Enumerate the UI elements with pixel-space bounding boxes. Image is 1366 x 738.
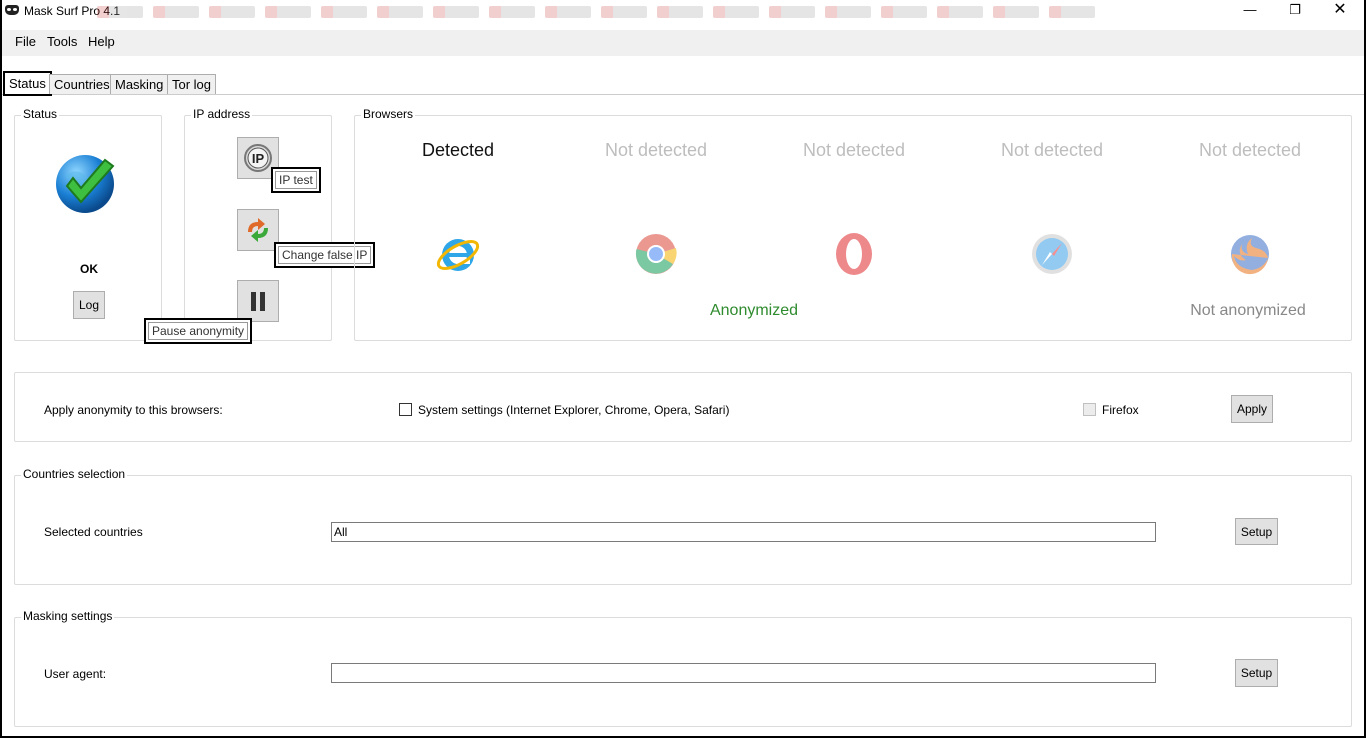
system-anonymized-status: Anonymized [709, 302, 799, 319]
browser-chrome-status: Not detected [604, 140, 708, 160]
status-group-label: Status [21, 107, 60, 121]
apply-anonymity-label: Apply anonymity to this browsers: [44, 403, 223, 417]
user-agent-label: User agent: [44, 667, 107, 681]
browser-ie: Detected [368, 140, 548, 271]
chrome-icon [635, 234, 677, 274]
firefox-icon [1231, 235, 1269, 275]
ip-icon-text: IP [252, 151, 265, 166]
menu-tools[interactable]: Tools [45, 34, 79, 49]
mask-icon [5, 5, 19, 15]
pause-icon [251, 292, 265, 311]
browsers-group-label: Browsers [361, 107, 416, 121]
selected-countries-field[interactable]: All [331, 522, 1156, 542]
masking-group-label: Masking settings [21, 609, 115, 623]
title-bar: Mask Surf Pro 4.1 — ❐ ✕ [2, 0, 1364, 22]
pause-anonymity-tooltip: Pause anonymity [144, 318, 253, 344]
app-window: Mask Surf Pro 4.1 — ❐ ✕ File Tools Help … [2, 0, 1364, 736]
firefox-checkbox[interactable] [1083, 403, 1096, 416]
browser-firefox: Not detected [1160, 140, 1340, 275]
countries-setup-button[interactable]: Setup [1235, 518, 1278, 545]
browser-opera-status: Not detected [802, 140, 906, 160]
background-taskbar-ghost [97, 6, 1117, 20]
ip-group-label: IP address [191, 107, 253, 121]
change-ip-button[interactable] [237, 209, 279, 251]
close-button[interactable]: ✕ [1330, 2, 1350, 18]
opera-icon [836, 233, 872, 275]
browser-ie-status: Detected [421, 140, 495, 160]
countries-group-label: Countries selection [21, 467, 128, 481]
browser-safari: Not detected [962, 140, 1142, 274]
tab-masking[interactable]: Masking [110, 74, 169, 94]
system-settings-checkbox[interactable] [399, 403, 412, 416]
safari-icon [1032, 234, 1072, 274]
status-group: Status OK Log [14, 107, 162, 341]
menu-help[interactable]: Help [86, 34, 117, 49]
pause-button[interactable] [237, 280, 279, 322]
tab-countries[interactable]: Countries [49, 74, 115, 94]
selected-countries-label: Selected countries [44, 525, 143, 539]
refresh-arrows-icon [248, 218, 268, 242]
ip-test-tooltip: IP test [271, 167, 321, 193]
browser-chrome: Not detected [566, 140, 746, 274]
browser-firefox-status: Not detected [1198, 140, 1302, 160]
check-globe-icon [56, 155, 115, 213]
ie-icon [436, 239, 480, 271]
browser-safari-status: Not detected [1000, 140, 1104, 160]
menu-bar: File Tools Help [2, 30, 1364, 56]
apply-button[interactable]: Apply [1231, 395, 1273, 423]
browser-opera: Not detected [764, 140, 944, 275]
tab-status[interactable]: Status [3, 71, 52, 96]
ip-address-group: IP address IP [184, 107, 332, 341]
masking-setup-button[interactable]: Setup [1235, 659, 1278, 687]
user-agent-field[interactable] [331, 663, 1156, 683]
log-button[interactable]: Log [73, 291, 105, 319]
menu-file[interactable]: File [13, 34, 38, 49]
firefox-anonymized-status: Not anonymized [1190, 302, 1306, 319]
system-settings-label: System settings (Internet Explorer, Chro… [418, 403, 730, 417]
tab-tor-log[interactable]: Tor log [167, 74, 217, 94]
minimize-button[interactable]: — [1240, 2, 1260, 18]
tab-strip-border [2, 94, 1364, 95]
maximize-button[interactable]: ❐ [1285, 2, 1305, 18]
firefox-label: Firefox [1102, 403, 1139, 417]
status-state-text: OK [80, 262, 98, 276]
